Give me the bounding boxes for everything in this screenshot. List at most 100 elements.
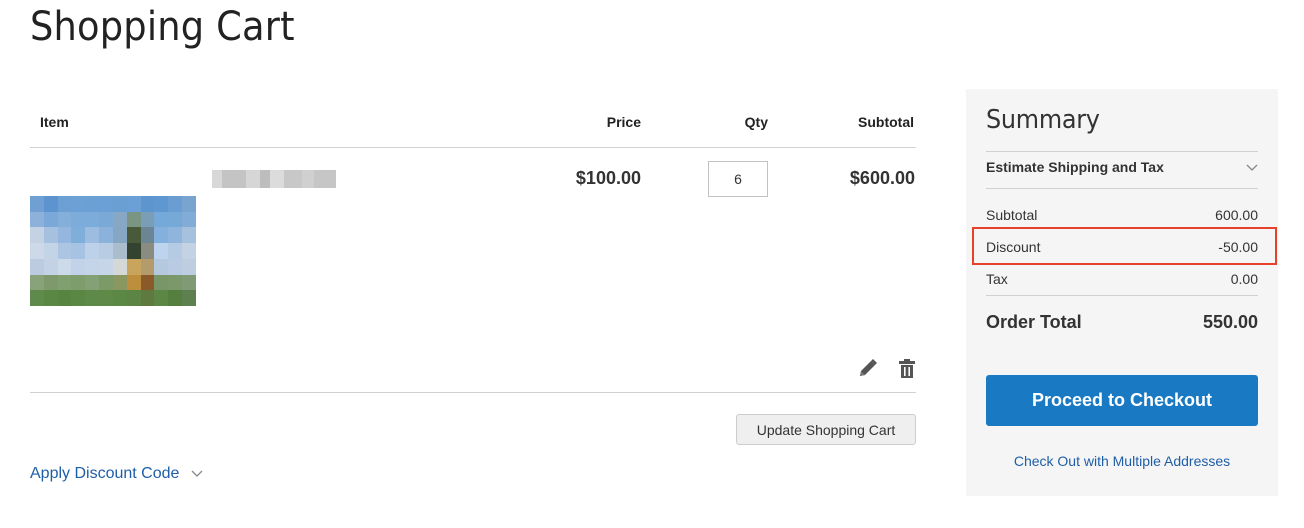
thumbnail-pixel bbox=[43, 243, 58, 259]
summary-row-subtotal: Subtotal 600.00 bbox=[986, 207, 1258, 223]
thumbnail-pixel bbox=[57, 227, 72, 244]
column-header-price: Price bbox=[606, 114, 641, 130]
thumbnail-pixel bbox=[57, 274, 72, 291]
thumbnail-pixel bbox=[71, 196, 86, 212]
thumbnail-pixel bbox=[182, 274, 196, 291]
order-total-row: Order Total 550.00 bbox=[986, 312, 1258, 333]
thumbnail-pixel bbox=[85, 274, 100, 291]
thumbnail-pixel bbox=[154, 274, 169, 291]
multiple-addresses-link[interactable]: Check Out with Multiple Addresses bbox=[986, 453, 1258, 469]
thumbnail-pixel bbox=[140, 196, 155, 212]
thumbnail-pixel bbox=[43, 290, 58, 306]
thumbnail-pixel bbox=[168, 196, 183, 212]
thumbnail-pixel bbox=[140, 274, 155, 291]
order-total-value: 550.00 bbox=[1202, 312, 1258, 332]
thumbnail-pixel bbox=[30, 211, 44, 228]
header-divider bbox=[30, 147, 916, 148]
thumbnail-pixel bbox=[43, 196, 58, 212]
thumbnail-pixel bbox=[30, 196, 44, 212]
thumbnail-pixel bbox=[43, 274, 58, 291]
thumbnail-pixel bbox=[182, 290, 196, 306]
column-header-subtotal: Subtotal bbox=[858, 114, 914, 130]
order-total-label: Order Total bbox=[986, 312, 1082, 332]
thumbnail-pixel bbox=[154, 243, 169, 259]
chevron-down-icon bbox=[191, 465, 203, 483]
thumbnail-pixel bbox=[182, 243, 196, 259]
summary-value: 0.00 bbox=[1230, 271, 1258, 287]
thumbnail-pixel bbox=[168, 227, 183, 244]
thumbnail-pixel bbox=[30, 258, 44, 275]
thumbnail-pixel bbox=[30, 290, 44, 306]
thumbnail-pixel bbox=[168, 243, 183, 259]
thumbnail-pixel bbox=[154, 196, 169, 212]
thumbnail-pixel bbox=[30, 227, 44, 244]
thumbnail-pixel bbox=[126, 243, 141, 259]
thumbnail-pixel bbox=[140, 290, 155, 306]
summary-value: 600.00 bbox=[1215, 207, 1258, 223]
thumbnail-pixel bbox=[99, 227, 113, 244]
summary-label: Tax bbox=[986, 271, 1008, 287]
qty-input[interactable] bbox=[708, 161, 768, 197]
update-shopping-cart-button[interactable]: Update Shopping Cart bbox=[736, 414, 916, 445]
thumbnail-pixel bbox=[43, 258, 58, 275]
proceed-to-checkout-button[interactable]: Proceed to Checkout bbox=[986, 375, 1258, 426]
thumbnail-pixel bbox=[112, 227, 127, 244]
thumbnail-pixel bbox=[99, 258, 113, 275]
thumbnail-pixel bbox=[99, 243, 113, 259]
trash-icon[interactable] bbox=[897, 358, 917, 380]
thumbnail-pixel bbox=[71, 243, 86, 259]
thumbnail-pixel bbox=[85, 258, 100, 275]
thumbnail-pixel bbox=[57, 258, 72, 275]
apply-discount-code-toggle[interactable]: Apply Discount Code bbox=[30, 465, 203, 483]
thumbnail-pixel bbox=[126, 290, 141, 306]
thumbnail-pixel bbox=[43, 211, 58, 228]
thumbnail-pixel bbox=[85, 243, 100, 259]
thumbnail-pixel bbox=[140, 243, 155, 259]
thumbnail-pixel bbox=[99, 211, 113, 228]
item-subtotal: $600.00 bbox=[849, 168, 915, 188]
thumbnail-pixel bbox=[112, 274, 127, 291]
thumbnail-pixel bbox=[112, 258, 127, 275]
thumbnail-pixel bbox=[182, 196, 196, 212]
thumbnail-pixel bbox=[71, 290, 86, 306]
thumbnail-pixel bbox=[154, 290, 169, 306]
thumbnail-pixel bbox=[85, 227, 100, 244]
thumbnail-pixel bbox=[168, 274, 183, 291]
thumbnail-pixel bbox=[71, 211, 86, 228]
thumbnail-pixel bbox=[30, 243, 44, 259]
thumbnail-pixel bbox=[112, 243, 127, 259]
product-name-link[interactable] bbox=[212, 170, 336, 188]
thumbnail-pixel bbox=[140, 211, 155, 228]
column-header-item: Item bbox=[40, 114, 69, 130]
thumbnail-pixel bbox=[85, 290, 100, 306]
estimate-shipping-label: Estimate Shipping and Tax bbox=[986, 159, 1164, 175]
thumbnail-pixel bbox=[154, 227, 169, 244]
thumbnail-pixel bbox=[71, 258, 86, 275]
thumbnail-pixel bbox=[126, 274, 141, 291]
thumbnail-pixel bbox=[57, 290, 72, 306]
thumbnail-pixel bbox=[57, 196, 72, 212]
thumbnail-pixel bbox=[99, 196, 113, 212]
thumbnail-pixel bbox=[112, 196, 127, 212]
thumbnail-pixel bbox=[99, 290, 113, 306]
thumbnail-pixel bbox=[99, 274, 113, 291]
thumbnail-pixel bbox=[126, 196, 141, 212]
thumbnail-pixel bbox=[140, 227, 155, 244]
column-header-qty: Qty bbox=[744, 114, 768, 130]
pencil-icon[interactable] bbox=[856, 358, 878, 380]
summary-row-tax: Tax 0.00 bbox=[986, 271, 1258, 287]
thumbnail-pixel bbox=[140, 258, 155, 275]
estimate-shipping-toggle[interactable]: Estimate Shipping and Tax bbox=[986, 159, 1258, 175]
order-summary: Summary Estimate Shipping and Tax Subtot… bbox=[966, 89, 1278, 496]
thumbnail-pixel bbox=[182, 227, 196, 244]
thumbnail-pixel bbox=[168, 258, 183, 275]
discount-highlight-box bbox=[972, 227, 1277, 265]
thumbnail-pixel bbox=[43, 227, 58, 244]
page-title: Shopping Cart bbox=[30, 4, 295, 50]
thumbnail-pixel bbox=[168, 211, 183, 228]
thumbnail-pixel bbox=[30, 274, 44, 291]
thumbnail-pixel bbox=[71, 274, 86, 291]
thumbnail-pixel bbox=[112, 211, 127, 228]
thumbnail-pixel bbox=[126, 211, 141, 228]
product-thumbnail[interactable] bbox=[30, 196, 196, 306]
